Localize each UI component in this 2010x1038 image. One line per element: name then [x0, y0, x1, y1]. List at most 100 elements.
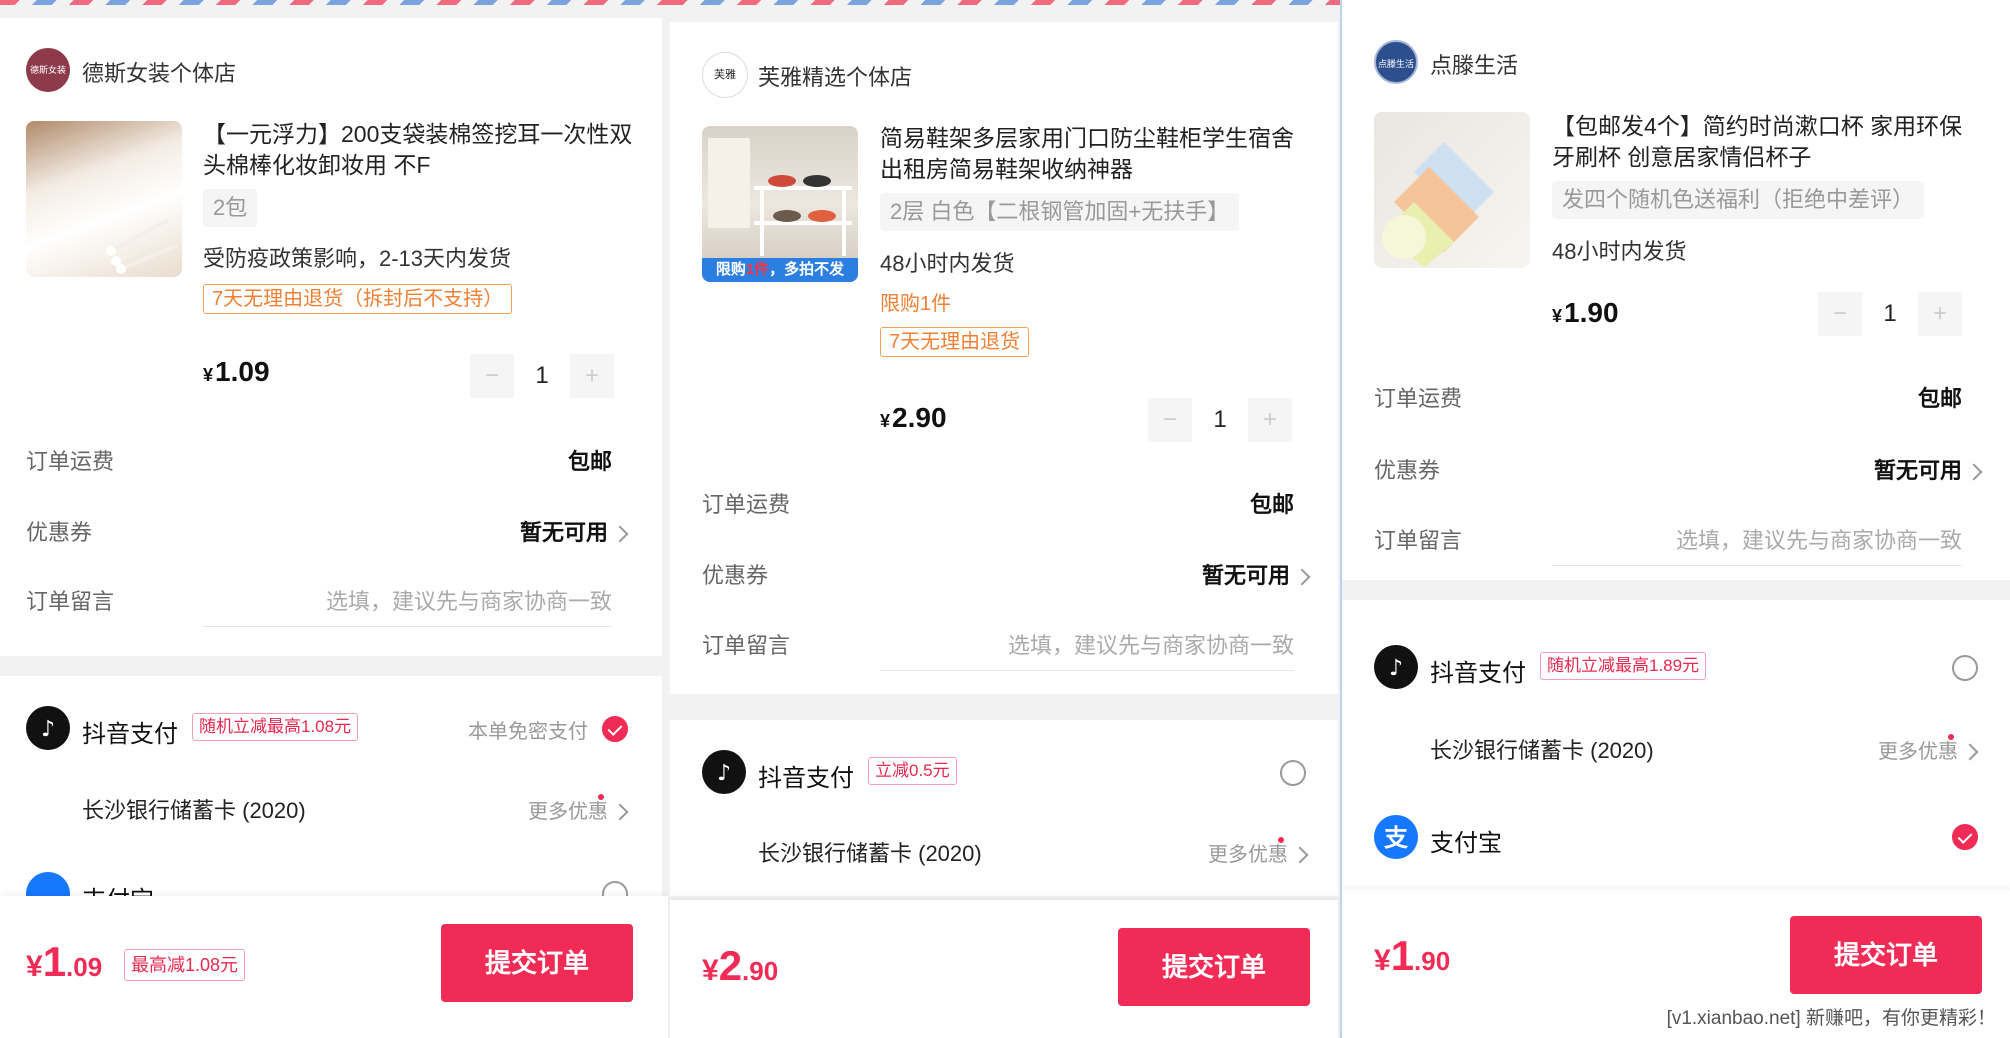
decrease-button[interactable]: − [470, 354, 514, 398]
coupon-value: 暂无可用 [1873, 458, 1962, 483]
quantity-stepper: − 1 + [470, 354, 614, 398]
bottom-bar: ¥1.09 最高减1.08元 提交订单 [0, 896, 668, 1038]
shipping-fee-label: 订单运费 [702, 492, 791, 517]
shop-name[interactable]: 芙雅精选个体店 [758, 60, 912, 92]
shop-logo[interactable]: 德斯女装 [26, 48, 70, 92]
shipping-note: 受防疫政策影响，2-13天内发货 [203, 246, 512, 271]
submit-order-button[interactable]: 提交订单 [441, 924, 633, 1002]
increase-button[interactable]: + [1248, 398, 1292, 442]
unit-price: ¥1.90 [1552, 297, 1619, 328]
product-card: 点滕生活 点滕生活 【包邮发4个】简约时尚漱口杯 家用环保牙刷杯 创意居家情侣杯… [1342, 0, 2010, 580]
submit-order-button[interactable]: 提交订单 [1790, 916, 1982, 994]
shipping-note: 48小时内发货 [1552, 239, 1687, 264]
quantity-value[interactable]: 1 [1198, 398, 1242, 442]
return-policy-tag: 7天无理由退货（拆封后不支持） [203, 284, 513, 314]
order-message-input[interactable]: 选填，建议先与商家协商一致 [326, 584, 612, 616]
coupon-label: 优惠券 [702, 563, 769, 588]
sku-label[interactable]: 发四个随机色送福利（拒绝中差评） [1552, 181, 1925, 219]
payment-card: ♪ 抖音支付 立减0.5元 长沙银行储蓄卡 (2020) 更多优惠 [670, 720, 1338, 896]
unit-price: ¥2.90 [880, 402, 947, 433]
product-title[interactable]: 【包邮发4个】简约时尚漱口杯 家用环保牙刷杯 创意居家情侣杯子 [1552, 111, 1982, 173]
payment-card: ♪ 抖音支付 随机立减最高1.89元 长沙银行储蓄卡 (2020) 更多优惠 支… [1342, 600, 2010, 890]
unit-price: ¥1.09 [203, 356, 270, 387]
svg-text:♪: ♪ [717, 761, 731, 786]
more-offers-link[interactable]: 更多优惠 [1208, 838, 1309, 867]
coupon-selector[interactable]: 暂无可用 [519, 515, 629, 547]
sku-label[interactable]: 2包 [203, 189, 258, 227]
shop-name[interactable]: 点滕生活 [1430, 48, 1518, 80]
douyin-promo-tag: 随机立减最高1.08元 [192, 713, 359, 741]
order-panel-2: 芙雅 芙雅精选个体店 限购1件，多拍不发 简易鞋架多层家用门口防尘鞋柜学生宿舍出… [668, 0, 1340, 1038]
watermark-text: [v1.xianbao.net] 新赚吧，有你更精彩！ [1662, 1003, 2000, 1030]
submit-order-button[interactable]: 提交订单 [1118, 928, 1310, 1006]
chevron-right-icon [1965, 463, 1983, 481]
coupon-label: 优惠券 [26, 520, 93, 545]
total-price: ¥1.90 [1374, 932, 1451, 979]
bank-card-label[interactable]: 长沙银行储蓄卡 (2020) [82, 793, 306, 825]
shop-logo[interactable]: 芙雅 [702, 52, 748, 98]
douyin-pay-radio[interactable] [1280, 760, 1306, 786]
new-offer-dot [1948, 734, 1954, 740]
new-offer-dot [598, 794, 604, 800]
coupon-value: 暂无可用 [519, 520, 608, 545]
douyin-pay-radio[interactable] [1952, 655, 1978, 681]
douyin-pay-label[interactable]: 抖音支付 [1430, 653, 1526, 688]
bank-card-label[interactable]: 长沙银行储蓄卡 (2020) [1430, 733, 1654, 765]
alipay-radio[interactable] [1952, 824, 1978, 850]
chevron-right-icon [1961, 743, 1979, 761]
order-message-input[interactable]: 选填，建议先与商家协商一致 [1008, 628, 1294, 660]
purchase-limit-note: 限购1件 [880, 293, 952, 315]
order-message-input[interactable]: 选填，建议先与商家协商一致 [1676, 523, 1962, 555]
quantity-value[interactable]: 1 [1868, 292, 1912, 336]
new-offer-dot [1278, 837, 1284, 843]
douyin-pay-label[interactable]: 抖音支付 [82, 714, 178, 749]
douyin-pay-radio[interactable] [602, 716, 628, 742]
input-underline [203, 626, 612, 627]
chevron-right-icon [611, 525, 629, 543]
decrease-button[interactable]: − [1818, 292, 1862, 336]
product-thumbnail[interactable] [26, 121, 182, 277]
coupon-value: 暂无可用 [1201, 563, 1290, 588]
quantity-stepper: − 1 + [1818, 292, 1962, 336]
douyin-pay-icon: ♪ [26, 706, 70, 750]
svg-text:支: 支 [1384, 824, 1409, 852]
chevron-right-icon [1291, 846, 1309, 864]
shop-name[interactable]: 德斯女装个体店 [82, 56, 236, 88]
sku-label[interactable]: 2层 白色【二根钢管加固+无扶手】 [880, 193, 1240, 231]
more-offers-link[interactable]: 更多优惠 [1878, 735, 1979, 764]
svg-text:♪: ♪ [41, 717, 55, 742]
douyin-pay-label[interactable]: 抖音支付 [758, 758, 854, 793]
more-offers-link[interactable]: 更多优惠 [528, 795, 629, 824]
total-price: ¥2.90 [702, 942, 779, 989]
quantity-stepper: − 1 + [1148, 398, 1292, 442]
bank-card-label[interactable]: 长沙银行储蓄卡 (2020) [758, 836, 982, 868]
shop-logo[interactable]: 点滕生活 [1374, 40, 1418, 84]
bottom-bar: ¥2.90 提交订单 [670, 900, 1338, 1038]
envelope-stripe [668, 0, 1340, 5]
order-message-label: 订单留言 [702, 633, 791, 658]
total-price: ¥1.09 [26, 938, 103, 985]
increase-button[interactable]: + [570, 354, 614, 398]
input-underline [1552, 565, 1962, 566]
shipping-note: 48小时内发货 [880, 251, 1015, 276]
product-title[interactable]: 【一元浮力】200支袋装棉签挖耳一次性双头棉棒化妆卸妆用 不F [203, 119, 633, 181]
coupon-selector[interactable]: 暂无可用 [1201, 558, 1311, 590]
password-free-note: 本单免密支付 [468, 721, 588, 743]
product-thumbnail[interactable]: 限购1件，多拍不发 [702, 126, 858, 282]
douyin-promo-tag: 立减0.5元 [868, 757, 957, 785]
douyin-promo-tag: 随机立减最高1.89元 [1540, 652, 1707, 680]
coupon-selector[interactable]: 暂无可用 [1873, 453, 1983, 485]
shipping-fee-value: 包邮 [567, 449, 612, 474]
increase-button[interactable]: + [1918, 292, 1962, 336]
quantity-value[interactable]: 1 [520, 354, 564, 398]
product-thumbnail[interactable] [1374, 112, 1530, 268]
shipping-fee-value: 包邮 [1249, 492, 1294, 517]
douyin-pay-icon: ♪ [702, 750, 746, 794]
order-panel-3: 点滕生活 点滕生活 【包邮发4个】简约时尚漱口杯 家用环保牙刷杯 创意居家情侣杯… [1340, 0, 2010, 1038]
svg-text:♪: ♪ [1389, 656, 1403, 681]
alipay-label[interactable]: 支付宝 [1430, 823, 1502, 858]
cotton-swab-image [106, 219, 178, 274]
product-title[interactable]: 简易鞋架多层家用门口防尘鞋柜学生宿舍出租房简易鞋架收纳神器 [880, 123, 1310, 185]
decrease-button[interactable]: − [1148, 398, 1192, 442]
coupon-label: 优惠券 [1374, 458, 1441, 483]
